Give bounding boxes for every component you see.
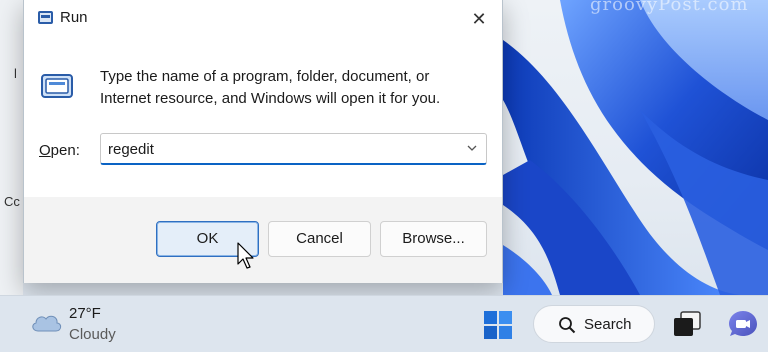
open-combobox[interactable]: regedit xyxy=(100,133,487,165)
cloud-weather-icon[interactable] xyxy=(29,310,63,334)
description-line-2: Internet resource, and Windows will open… xyxy=(100,90,441,107)
windows-start-icon[interactable] xyxy=(483,310,513,340)
close-button[interactable]: ✕ xyxy=(460,2,498,34)
run-dialog: Run ✕ Type the name of a program, folder… xyxy=(23,0,503,283)
open-input[interactable]: regedit xyxy=(108,141,154,158)
task-view-icon[interactable] xyxy=(672,310,702,338)
chevron-down-icon[interactable] xyxy=(464,140,480,156)
mouse-cursor-icon xyxy=(237,242,254,269)
run-title-icon xyxy=(38,11,53,24)
taskbar-search-button[interactable]: Search xyxy=(533,305,655,343)
close-icon: ✕ xyxy=(471,9,487,29)
title-bar[interactable]: Run ✕ xyxy=(24,0,502,36)
search-icon xyxy=(559,317,576,334)
taskbar: 27°F Cloudy Search xyxy=(0,295,768,352)
desktop-text-fragment: l xyxy=(14,66,17,81)
open-label: Open: xyxy=(39,142,80,159)
search-label: Search xyxy=(584,316,632,333)
dialog-footer: OK Cancel Browse... xyxy=(24,197,502,283)
weather-temperature[interactable]: 27°F xyxy=(69,305,101,322)
chat-icon[interactable] xyxy=(727,309,759,339)
weather-condition[interactable]: Cloudy xyxy=(69,326,116,343)
run-app-icon xyxy=(41,74,73,98)
watermark-text: groovyPost.com xyxy=(590,0,749,15)
dialog-title: Run xyxy=(60,9,88,26)
desktop-text-fragment: Cc xyxy=(4,194,20,209)
description-line-1: Type the name of a program, folder, docu… xyxy=(100,68,430,85)
browse-button[interactable]: Browse... xyxy=(380,221,487,257)
dialog-content: Type the name of a program, folder, docu… xyxy=(24,36,502,197)
cancel-button[interactable]: Cancel xyxy=(268,221,371,257)
